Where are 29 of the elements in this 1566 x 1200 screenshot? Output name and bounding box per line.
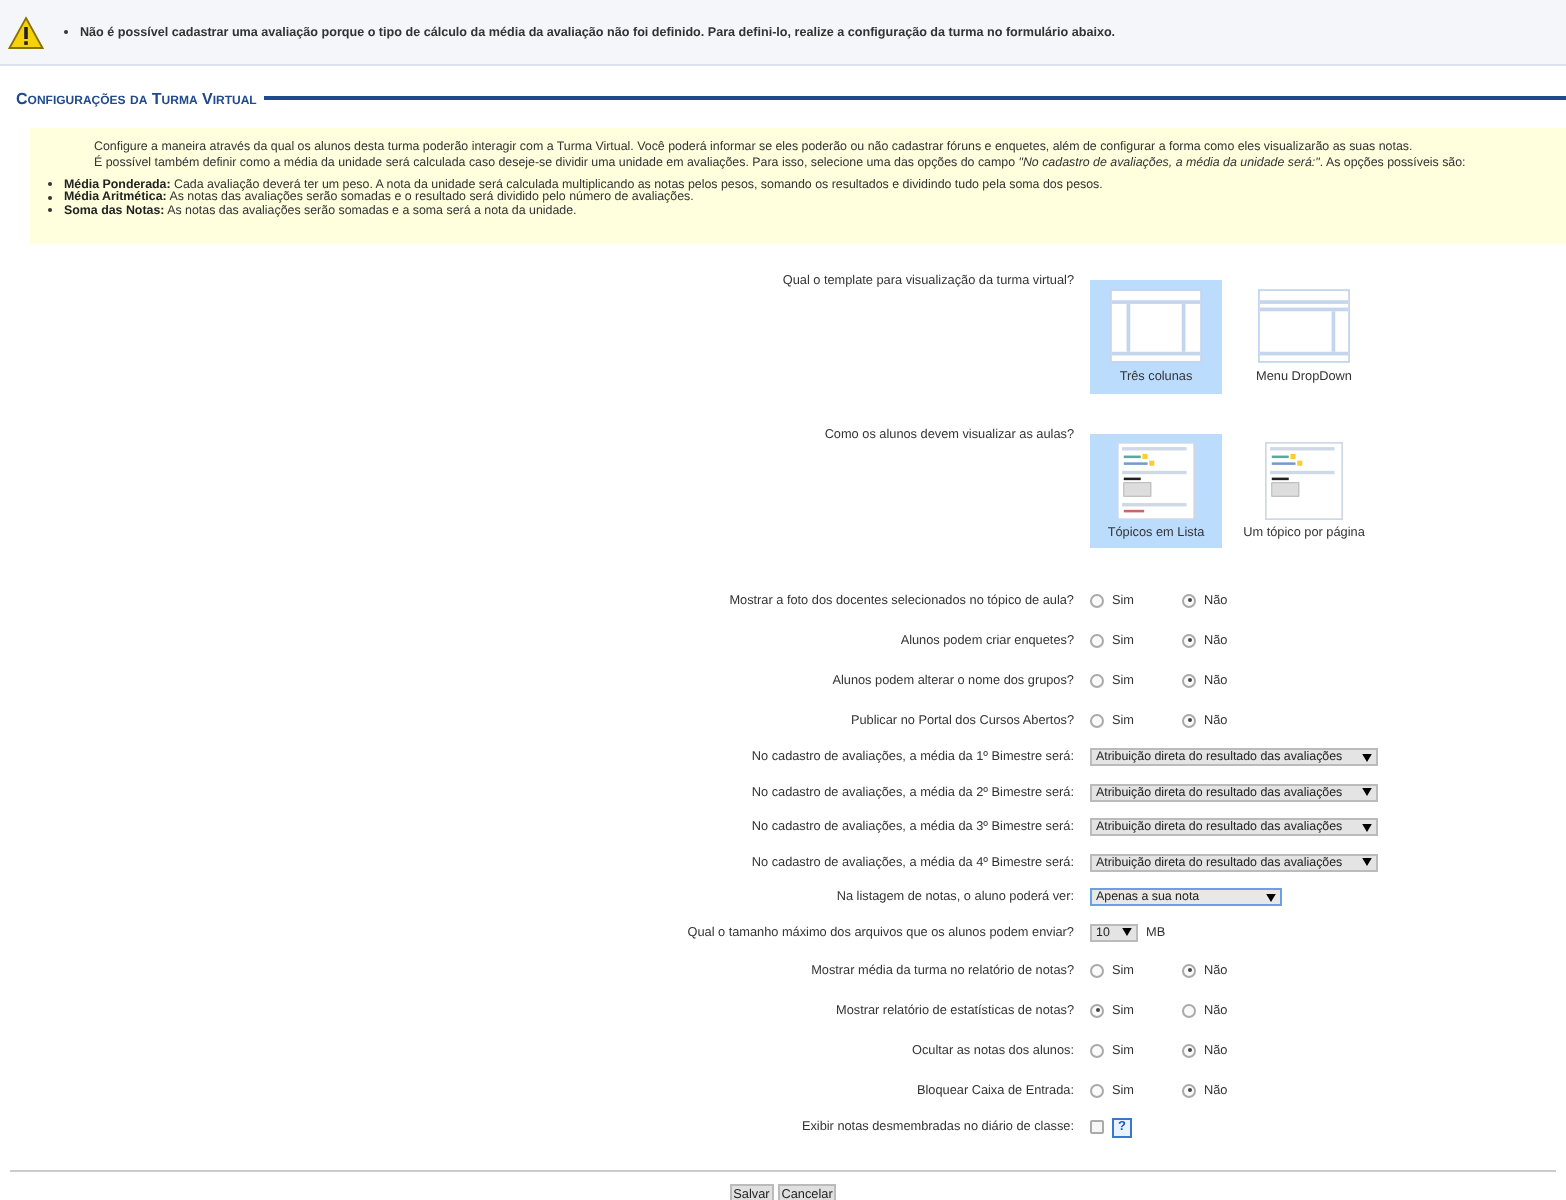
radio-button[interactable]	[1090, 1043, 1104, 1057]
warning-icon	[8, 15, 44, 49]
caret-icon	[1362, 858, 1372, 867]
radio-button[interactable]	[1090, 1003, 1104, 1017]
radio-button[interactable]	[1182, 593, 1196, 607]
radio-button[interactable]	[1090, 1083, 1104, 1097]
caret-icon	[1122, 928, 1132, 937]
dropdown-layout-icon	[1258, 288, 1350, 364]
checkbox[interactable]	[1090, 1120, 1104, 1135]
radio-button[interactable]	[1090, 633, 1104, 647]
caret-icon	[1266, 893, 1276, 902]
radio-button[interactable]	[1090, 963, 1104, 977]
radio-button[interactable]	[1182, 963, 1196, 977]
topic-preview-icon	[1260, 442, 1348, 520]
radio-button[interactable]	[1090, 713, 1104, 727]
radio-button[interactable]	[1182, 1003, 1196, 1017]
caret-icon	[1362, 753, 1372, 762]
radio-button[interactable]	[1182, 1083, 1196, 1097]
caret-icon	[1362, 788, 1372, 797]
section-title: Configurações da Turma Virtual	[16, 89, 257, 107]
caret-icon	[1362, 823, 1372, 832]
radio-button[interactable]	[1182, 713, 1196, 727]
topic-preview-icon	[1112, 442, 1200, 520]
radio-button[interactable]	[1090, 593, 1104, 607]
radio-button[interactable]	[1182, 1043, 1196, 1057]
radio-button[interactable]	[1182, 633, 1196, 647]
three-column-layout-icon	[1110, 288, 1202, 364]
radio-button[interactable]	[1090, 673, 1104, 687]
radio-button[interactable]	[1182, 673, 1196, 687]
